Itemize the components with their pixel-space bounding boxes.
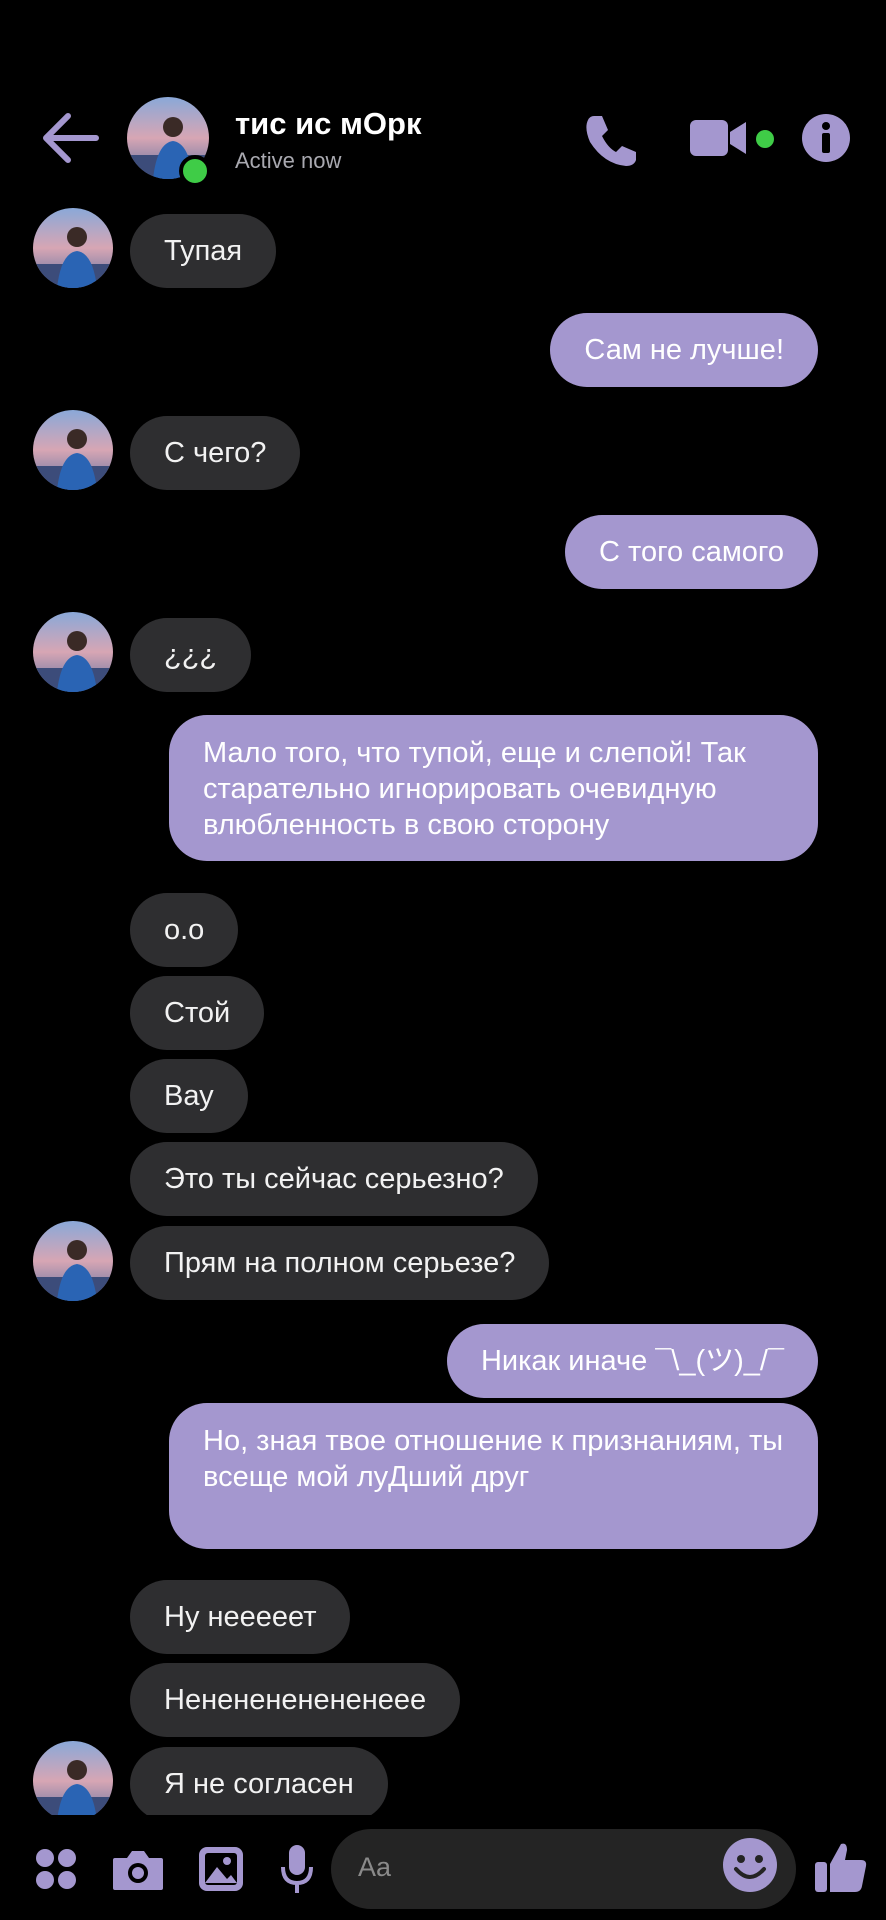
video-active-dot bbox=[756, 130, 774, 148]
gallery-icon[interactable] bbox=[197, 1845, 245, 1893]
incoming-message[interactable]: Стой bbox=[130, 976, 265, 1050]
incoming-message[interactable]: ¿¿¿ bbox=[130, 618, 252, 692]
outgoing-message[interactable]: Но, зная твое отношение к признаниям, ты… bbox=[169, 1403, 818, 1549]
contact-name[interactable]: тис ис мОрк bbox=[235, 106, 422, 142]
apps-icon[interactable] bbox=[34, 1847, 78, 1891]
arrow-left-icon[interactable] bbox=[40, 110, 100, 166]
incoming-message[interactable]: Это ты сейчас серьезно? bbox=[130, 1142, 538, 1216]
contact-status: Active now bbox=[235, 148, 342, 173]
incoming-message[interactable]: о.о bbox=[130, 893, 239, 967]
message-avatar[interactable] bbox=[33, 208, 113, 288]
microphone-icon[interactable] bbox=[280, 1843, 314, 1897]
incoming-message[interactable]: Тупая bbox=[130, 214, 277, 288]
incoming-message[interactable]: Прям на полном серьезе? bbox=[130, 1226, 550, 1300]
incoming-message[interactable]: С чего? bbox=[130, 416, 301, 490]
chat-header: тис ис мОрк Active now bbox=[0, 0, 886, 205]
outgoing-message[interactable]: Никак иначе ¯\_(ツ)_/¯ bbox=[446, 1324, 818, 1398]
online-indicator bbox=[179, 155, 211, 187]
message-avatar[interactable] bbox=[33, 1221, 113, 1301]
message-avatar[interactable] bbox=[33, 612, 113, 692]
outgoing-message[interactable]: Мало того, что тупой, еще и слепой! Так … bbox=[169, 715, 818, 861]
message-avatar[interactable] bbox=[33, 1741, 113, 1821]
incoming-message[interactable]: Нененененененеее bbox=[130, 1663, 461, 1737]
outgoing-message[interactable]: Сам не лучше! bbox=[550, 313, 818, 387]
incoming-message[interactable]: Ну нееееет bbox=[130, 1580, 351, 1654]
incoming-message[interactable]: Вау bbox=[130, 1059, 248, 1133]
incoming-message[interactable]: Я не согласен bbox=[130, 1747, 388, 1821]
thumbs-up-icon[interactable] bbox=[813, 1838, 869, 1894]
outgoing-message[interactable]: С того самого bbox=[565, 515, 818, 589]
video-call-icon[interactable] bbox=[688, 116, 748, 160]
info-icon[interactable] bbox=[800, 112, 852, 164]
message-avatar[interactable] bbox=[33, 410, 113, 490]
phone-icon[interactable] bbox=[580, 110, 640, 170]
emoji-icon[interactable] bbox=[722, 1837, 778, 1893]
message-input-placeholder: Aa bbox=[358, 1852, 392, 1882]
camera-icon[interactable] bbox=[111, 1848, 165, 1892]
